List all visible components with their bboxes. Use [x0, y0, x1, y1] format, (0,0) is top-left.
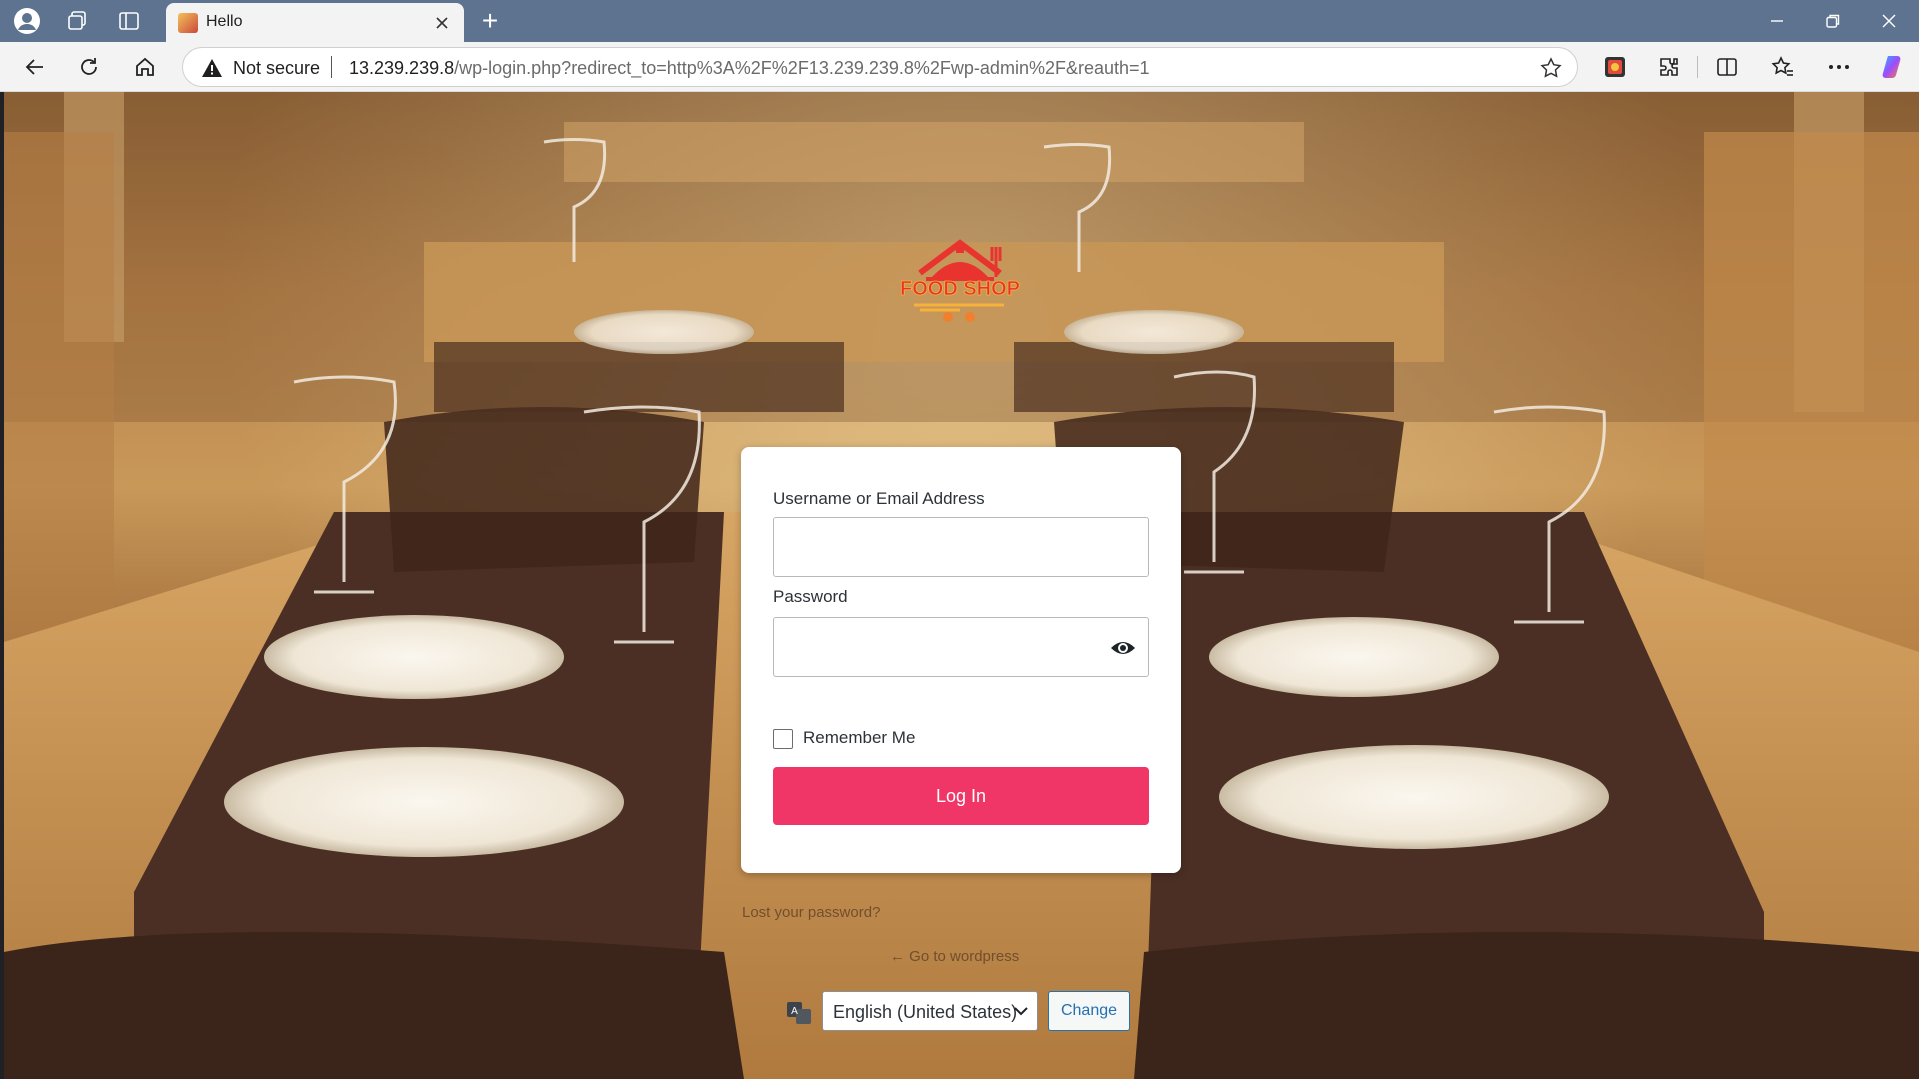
tab-actions-icon[interactable] [108, 5, 150, 37]
password-input[interactable] [773, 617, 1149, 677]
translation-icon: A [787, 1002, 811, 1024]
svg-text:A: A [791, 1006, 798, 1017]
copilot-icon[interactable] [1876, 51, 1910, 83]
username-label: Username or Email Address [773, 489, 985, 508]
back-icon[interactable] [16, 50, 54, 84]
url-text[interactable]: 13.239.239.8/wp-login.php?redirect_to=ht… [349, 58, 1150, 79]
login-form: Username or Email Address Password Remem… [741, 447, 1181, 873]
url-host: 13.239.239.8 [349, 58, 455, 78]
password-label: Password [773, 587, 848, 606]
browser-toolbar: Not secure 13.239.239.8/wp-login.php?red… [0, 42, 1919, 92]
url-path: /wp-login.php?redirect_to=http%3A%2F%2F1… [454, 58, 1150, 78]
close-tab-icon[interactable] [430, 11, 454, 35]
split-screen-icon[interactable] [1710, 51, 1744, 83]
change-language-button[interactable]: Change [1048, 991, 1130, 1031]
new-tab-button[interactable]: + [470, 4, 510, 38]
toolbar-divider [1697, 56, 1698, 78]
show-password-icon[interactable] [1110, 636, 1136, 660]
address-divider [331, 56, 332, 78]
svg-text:FOOD SHOP: FOOD SHOP [900, 278, 1020, 300]
tab-title: Hello [206, 13, 243, 30]
address-bar[interactable]: Not secure 13.239.239.8/wp-login.php?red… [182, 47, 1578, 87]
tab-bar: Hello + [0, 0, 1919, 42]
extension-badge-icon[interactable] [1598, 51, 1632, 83]
favicon-icon [178, 13, 198, 33]
workspaces-icon[interactable] [56, 5, 98, 37]
food-shop-logo[interactable]: FOOD SHOP [892, 237, 1028, 327]
language-select[interactable]: English (United States) [822, 991, 1038, 1031]
home-icon[interactable] [126, 50, 164, 84]
favorites-icon[interactable] [1766, 51, 1800, 83]
tab-active[interactable]: Hello [166, 3, 464, 42]
profile-icon[interactable] [6, 5, 48, 37]
username-input[interactable] [773, 517, 1149, 577]
chevron-down-icon [1014, 1007, 1028, 1016]
minimize-icon[interactable] [1750, 4, 1804, 38]
security-label[interactable]: Not secure [233, 58, 320, 79]
restore-icon[interactable] [1806, 4, 1860, 38]
reload-icon[interactable] [70, 50, 108, 84]
remember-me-label[interactable]: Remember Me [803, 728, 915, 748]
lost-password-link[interactable]: Lost your password? [742, 904, 880, 921]
log-in-button[interactable]: Log In [773, 767, 1149, 825]
language-selected: English (United States) [833, 1002, 1018, 1022]
login-page: FOOD SHOP Username or Email Address Pass… [4, 92, 1919, 1079]
close-window-icon[interactable] [1862, 4, 1916, 38]
favorite-star-icon[interactable] [1539, 56, 1563, 80]
back-to-site-link[interactable]: ← Go to wordpress [890, 948, 1019, 965]
extensions-icon[interactable] [1652, 51, 1686, 83]
remember-me-checkbox[interactable] [773, 729, 793, 749]
more-options-icon[interactable] [1822, 51, 1856, 83]
warning-icon[interactable] [201, 58, 223, 78]
